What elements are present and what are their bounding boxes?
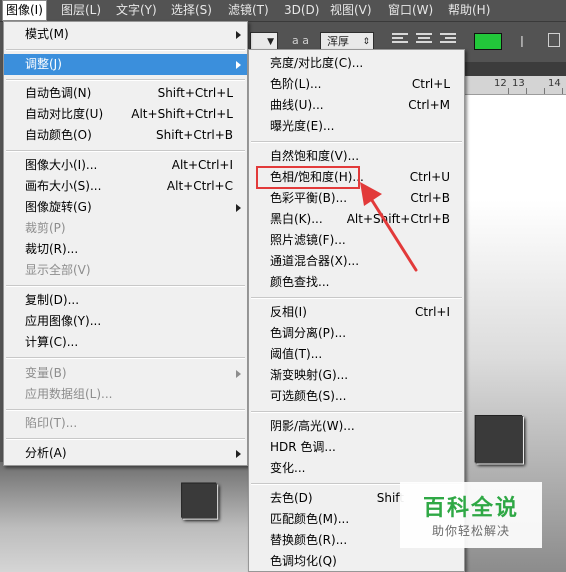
document-tab[interactable] xyxy=(464,62,566,76)
menu-item-curves[interactable]: 曲线(U)... Ctrl+M xyxy=(249,95,464,116)
menu-item-trap: 陷印(T)... xyxy=(25,416,78,430)
ruler-label: 14 xyxy=(548,78,561,89)
menu-item-hdr-toning[interactable]: HDR 色调... xyxy=(249,437,464,458)
align-center-icon[interactable] xyxy=(416,33,432,47)
menu-item-brightness-contrast[interactable]: 亮度/对比度(C)... xyxy=(249,53,464,74)
ruler-label: 12 xyxy=(494,78,507,89)
menu-item-label: 调整(J) xyxy=(25,57,62,71)
menu-item-calculations[interactable]: 计算(C)... xyxy=(4,332,247,353)
submenu-arrow-icon xyxy=(236,31,241,39)
anti-alias-value: 浑厚 xyxy=(327,35,349,48)
shortcut: Ctrl+M xyxy=(408,98,450,112)
shortcut: Shift+Ctrl+L xyxy=(157,86,233,100)
menu-item-crop: 裁剪(P) xyxy=(25,221,66,235)
menu-item-apply-image[interactable]: 应用图像(Y)... xyxy=(4,311,247,332)
menu-bar: 图像(I) 图层(L) 文字(Y) 选择(S) 滤镜(T) 3D(D) 视图(V… xyxy=(0,0,566,22)
shortcut: Ctrl+L xyxy=(411,77,450,91)
menu-item-apply-data-set: 应用数据组(L)... xyxy=(25,387,113,401)
submenu-arrow-icon xyxy=(236,61,241,69)
menu-item-image-rotation[interactable]: 图像旋转(G) xyxy=(4,197,247,218)
menu-item-auto-contrast[interactable]: 自动对比度(U) Alt+Shift+Ctrl+L xyxy=(4,104,247,125)
menu-item-shadows-highlights[interactable]: 阴影/高光(W)... xyxy=(249,416,464,437)
shortcut: Alt+Ctrl+C xyxy=(166,179,233,193)
menu-window[interactable]: 窗口(W) xyxy=(388,0,433,21)
menu-type[interactable]: 文字(Y) xyxy=(116,0,157,21)
menu-item-gradient-map[interactable]: 渐变映射(G)... xyxy=(249,365,464,386)
watermark-logo: 百科全说 助你轻松解决 xyxy=(400,482,542,548)
menu-item-analysis[interactable]: 分析(A) xyxy=(4,443,247,464)
menu-help[interactable]: 帮助(H) xyxy=(448,0,490,21)
metal-text-artwork: ■ xyxy=(178,470,222,524)
menu-item-canvas-size[interactable]: 画布大小(S)... Alt+Ctrl+C xyxy=(4,176,247,197)
warp-text-icon[interactable]: ꞁ xyxy=(520,32,524,48)
menu-select[interactable]: 选择(S) xyxy=(171,0,212,21)
menu-item-posterize[interactable]: 色调分离(P)... xyxy=(249,323,464,344)
annotation-arrow-icon xyxy=(360,182,418,272)
menu-item-levels[interactable]: 色阶(L)... Ctrl+L xyxy=(249,74,464,95)
menu-3d[interactable]: 3D(D) xyxy=(284,0,319,21)
menu-item-equalize[interactable]: 色调均化(Q) xyxy=(249,551,464,572)
shortcut: Alt+Ctrl+I xyxy=(171,158,233,172)
text-color-swatch[interactable] xyxy=(474,33,502,50)
menu-item-reveal-all: 显示全部(V) xyxy=(25,263,91,277)
metal-text-artwork: ■ xyxy=(470,398,529,471)
menu-item-image-size[interactable]: 图像大小(I)... Alt+Ctrl+I xyxy=(4,155,247,176)
align-right-icon[interactable] xyxy=(440,33,456,47)
menu-item-mode[interactable]: 模式(M) xyxy=(4,24,247,45)
watermark-subtitle: 助你轻松解决 xyxy=(431,524,510,538)
watermark-title: 百科全说 xyxy=(422,496,519,521)
shortcut: Shift+Ctrl+B xyxy=(156,128,233,142)
menu-image[interactable]: 图像(I) xyxy=(2,0,47,21)
menu-item-label: 模式(M) xyxy=(25,27,69,41)
character-panel-icon[interactable] xyxy=(548,33,560,47)
menu-filter[interactable]: 滤镜(T) xyxy=(228,0,269,21)
anti-alias-dropdown[interactable]: 浑厚 ⇕ xyxy=(320,32,374,50)
menu-item-adjustments[interactable]: 调整(J) xyxy=(4,54,247,75)
menu-item-variations[interactable]: 变化... xyxy=(249,458,464,479)
menu-item-exposure[interactable]: 曝光度(E)... xyxy=(249,116,464,137)
shortcut: Alt+Shift+Ctrl+L xyxy=(131,107,233,121)
menu-item-threshold[interactable]: 阈值(T)... xyxy=(249,344,464,365)
submenu-arrow-icon xyxy=(236,204,241,212)
menu-item-auto-color[interactable]: 自动颜色(O) Shift+Ctrl+B xyxy=(4,125,247,146)
menu-item-trim[interactable]: 裁切(R)... xyxy=(4,239,247,260)
ruler-label: 13 xyxy=(512,78,525,89)
shortcut: Ctrl+I xyxy=(415,305,450,319)
align-left-icon[interactable] xyxy=(392,33,408,47)
anti-alias-icon: a a xyxy=(292,34,309,47)
font-size-dropdown[interactable]: ▼ xyxy=(250,32,278,50)
submenu-arrow-icon xyxy=(236,450,241,458)
menu-item-variables: 变量(B) xyxy=(4,363,247,384)
submenu-arrow-icon xyxy=(236,370,241,378)
menu-item-vibrance[interactable]: 自然饱和度(V)... xyxy=(249,146,464,167)
annotation-highlight-box xyxy=(256,166,360,189)
menu-item-duplicate[interactable]: 复制(D)... xyxy=(4,290,247,311)
menu-view[interactable]: 视图(V) xyxy=(330,0,372,21)
image-menu: 模式(M) 调整(J) 自动色调(N) Shift+Ctrl+L 自动对比度(U… xyxy=(3,21,248,466)
horizontal-ruler: 12 13 14 xyxy=(464,76,566,95)
menu-layer[interactable]: 图层(L) xyxy=(61,0,101,21)
menu-item-auto-tone[interactable]: 自动色调(N) Shift+Ctrl+L xyxy=(4,83,247,104)
menu-item-invert[interactable]: 反相(I) Ctrl+I xyxy=(249,302,464,323)
menu-item-selective-color[interactable]: 可选颜色(S)... xyxy=(249,386,464,407)
